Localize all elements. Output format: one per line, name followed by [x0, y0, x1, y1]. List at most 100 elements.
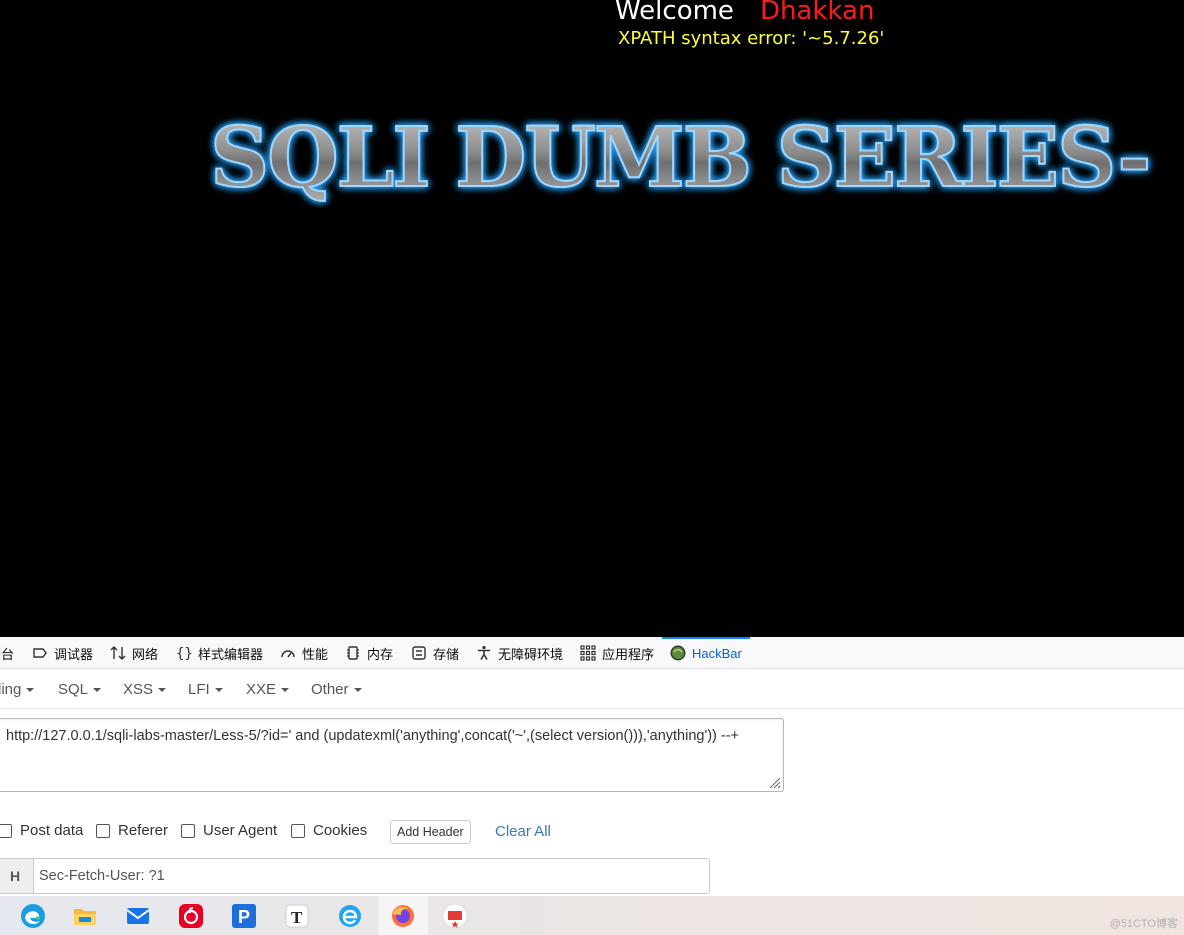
taskbar-firefox[interactable] [378, 896, 428, 935]
taskbar-red-app[interactable] [430, 896, 480, 935]
tab-accessibility[interactable]: 无障碍环境 [476, 637, 563, 669]
menu-label: XXE [246, 681, 277, 698]
hackbar-icon [670, 645, 686, 661]
options-row: Post data Referer User Agent Cookies Add… [0, 820, 1184, 844]
performance-icon [281, 650, 295, 658]
accessibility-icon [478, 645, 490, 660]
checkbox-box[interactable] [0, 823, 12, 838]
url-text: http://127.0.0.1/sqli-labs-master/Less-5… [6, 728, 740, 744]
tab-debugger[interactable]: 调试器 [32, 637, 93, 669]
header-input[interactable]: Sec-Fetch-User: ?1 [33, 858, 710, 894]
menu-lfi[interactable]: LFI [188, 681, 223, 698]
netease-music-icon [179, 903, 203, 928]
devtools-panel: 制台 调试器 网络 {} 样式编辑器 性能 内存 [0, 637, 1184, 935]
cookies-checkbox[interactable]: Cookies [291, 822, 367, 839]
menu-other[interactable]: Other [311, 681, 362, 698]
menu-xxe[interactable]: XXE [246, 681, 290, 698]
welcome-text: Welcome [615, 0, 734, 26]
post-data-checkbox[interactable]: Post data [0, 822, 83, 839]
screen: Welcome Dhakkan XPATH syntax error: '~5.7… [0, 0, 1184, 935]
tab-console[interactable]: 制台 [0, 637, 14, 669]
header-input-group: H Sec-Fetch-User: ?1 [0, 858, 710, 894]
checkbox-box[interactable] [96, 823, 110, 838]
red-app-icon [442, 903, 468, 928]
edge-icon [21, 903, 45, 928]
mail-icon [126, 907, 150, 924]
referer-checkbox[interactable]: Referer [96, 822, 168, 839]
caret-down-icon [281, 688, 290, 693]
caret-down-icon [214, 688, 223, 693]
add-header-button[interactable]: Add Header [390, 820, 471, 844]
menu-label: ling [0, 681, 22, 698]
taskbar-ie[interactable] [325, 896, 375, 935]
application-icon [580, 645, 596, 661]
user-agent-checkbox[interactable]: User Agent [181, 822, 277, 839]
tab-label: 存储 [433, 646, 460, 662]
menu-label: LFI [188, 681, 210, 698]
clear-all-link[interactable]: Clear All [495, 823, 551, 840]
tab-memory[interactable]: 内存 [345, 637, 393, 669]
devtools-tabbar: 制台 调试器 网络 {} 样式编辑器 性能 内存 [0, 637, 1184, 669]
file-explorer-icon [74, 908, 96, 925]
resize-grip-icon[interactable] [767, 775, 781, 789]
firefox-icon [392, 904, 414, 927]
taskbar-edge[interactable] [8, 896, 58, 935]
tab-label: HackBar [692, 645, 742, 661]
memory-icon [347, 646, 359, 660]
p-app-icon: P [232, 903, 256, 928]
storage-icon [412, 646, 426, 660]
caret-down-icon [158, 688, 167, 693]
tab-network[interactable]: 网络 [110, 637, 158, 669]
tab-label: 网络 [132, 646, 159, 662]
debugger-icon [33, 648, 47, 658]
user-name: Dhakkan [759, 0, 875, 26]
tab-label: 内存 [367, 646, 394, 662]
svg-text:T: T [291, 908, 303, 927]
checkbox-box[interactable] [181, 823, 195, 838]
tab-hackbar[interactable]: HackBar [662, 637, 750, 669]
svg-text:{}: {} [176, 646, 192, 661]
taskbar-p-app[interactable]: P [219, 896, 269, 935]
tab-performance[interactable]: 性能 [280, 637, 328, 669]
banner-text: SQLI DUMB SERIES- [210, 110, 1149, 206]
tab-style-editor[interactable]: {} 样式编辑器 [176, 637, 263, 669]
taskbar-netease[interactable] [166, 896, 216, 935]
checkbox-box[interactable] [291, 823, 305, 838]
ie-icon [339, 904, 361, 927]
tab-label: 样式编辑器 [198, 646, 264, 662]
taskbar-explorer[interactable] [60, 896, 110, 935]
tab-label: 性能 [302, 646, 329, 662]
menu-encoding[interactable]: ling [0, 681, 35, 698]
watermark: @51CTO博客 [1109, 918, 1178, 930]
caret-down-icon [353, 688, 362, 693]
checkbox-label: User Agent [203, 822, 278, 839]
tab-label: 无障碍环境 [498, 646, 564, 662]
style-editor-icon: {} [176, 646, 192, 661]
typora-icon: T [285, 904, 309, 927]
header-prefix: H [0, 858, 34, 894]
checkbox-label: Referer [118, 822, 169, 839]
tab-storage[interactable]: 存储 [411, 637, 459, 669]
web-page: Welcome Dhakkan XPATH syntax error: '~5.7… [0, 0, 1184, 637]
tab-application[interactable]: 应用程序 [580, 637, 654, 669]
tab-label: 调试器 [54, 646, 94, 662]
taskbar-mail[interactable] [113, 896, 163, 935]
hackbar-menubar: ling SQL XSS LFI XXE Other [0, 669, 1184, 709]
checkbox-label: Post data [20, 822, 84, 839]
caret-down-icon [26, 688, 35, 693]
tab-label: 应用程序 [602, 646, 655, 662]
taskbar: P T @51CTO博客 [0, 896, 1184, 935]
welcome-line: Welcome Dhakkan [615, 0, 874, 26]
network-icon [110, 646, 126, 660]
menu-label: Other [311, 681, 349, 698]
taskbar-typora[interactable]: T [272, 896, 322, 935]
error-message: XPATH syntax error: '~5.7.26' [618, 28, 885, 49]
caret-down-icon [93, 688, 102, 693]
menu-label: XSS [123, 681, 154, 698]
checkbox-label: Cookies [313, 822, 368, 839]
url-textarea[interactable]: http://127.0.0.1/sqli-labs-master/Less-5… [0, 718, 784, 792]
svg-text:P: P [238, 907, 250, 927]
menu-xss[interactable]: XSS [123, 681, 167, 698]
menu-sql[interactable]: SQL [58, 681, 102, 698]
tab-label: 制台 [0, 646, 15, 662]
